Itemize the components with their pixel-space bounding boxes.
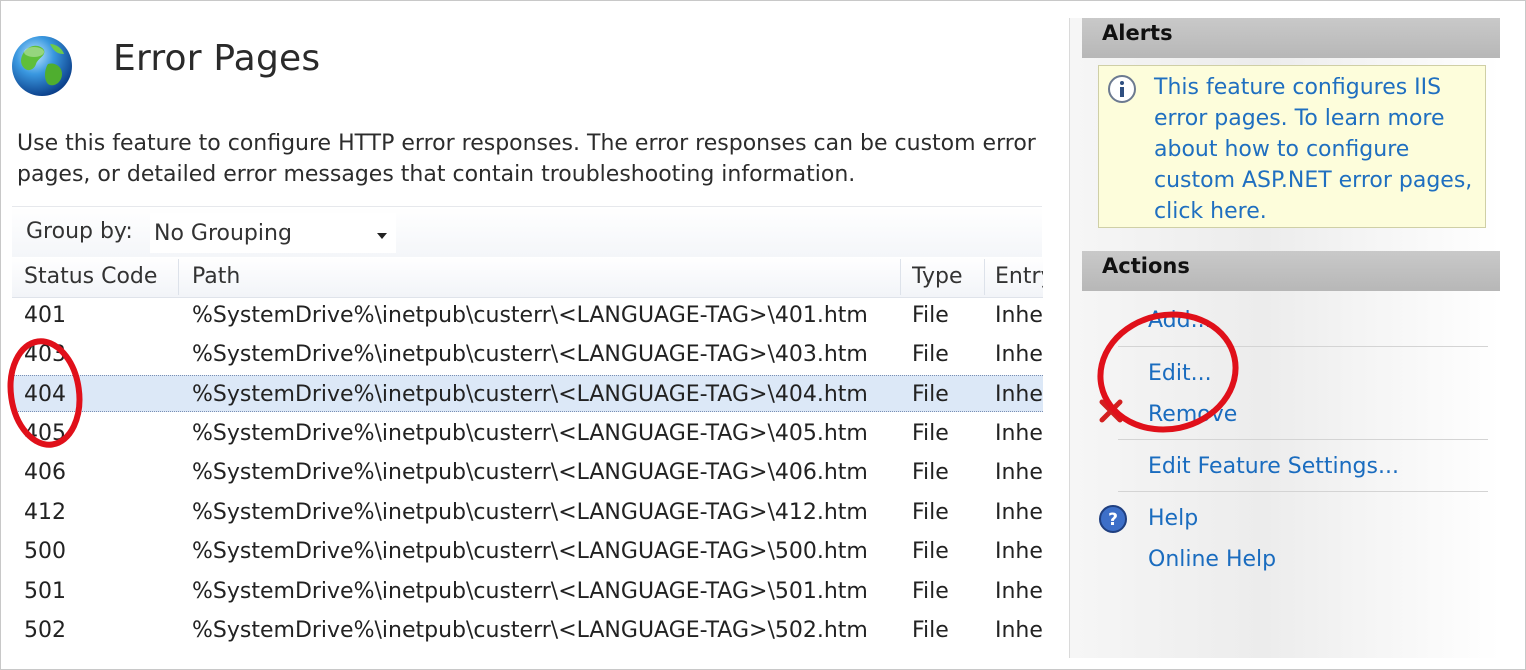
- error-pages-table: Status Code Path Type Entry 401 %SystemD…: [12, 257, 1043, 657]
- groupby-dropdown[interactable]: No Grouping: [150, 213, 396, 253]
- actions-pane: Alerts This feature configures IIS error…: [1069, 18, 1500, 658]
- cell-path: %SystemDrive%\inetpub\custerr\<LANGUAGE-…: [192, 579, 868, 604]
- table-row[interactable]: 500 %SystemDrive%\inetpub\custerr\<LANGU…: [12, 533, 1043, 570]
- cell-path: %SystemDrive%\inetpub\custerr\<LANGUAGE-…: [192, 342, 868, 367]
- cell-path: %SystemDrive%\inetpub\custerr\<LANGUAGE-…: [192, 618, 868, 643]
- column-divider[interactable]: [178, 259, 179, 295]
- table-row[interactable]: 501 %SystemDrive%\inetpub\custerr\<LANGU…: [12, 573, 1043, 610]
- alerts-header[interactable]: Alerts: [1082, 18, 1500, 58]
- groupby-toolbar: Group by: No Grouping: [12, 206, 1042, 257]
- column-header-status-code[interactable]: Status Code: [24, 257, 174, 297]
- cell-path: %SystemDrive%\inetpub\custerr\<LANGUAGE-…: [192, 460, 868, 485]
- cell-status-code: 501: [24, 579, 66, 604]
- help-icon: ?: [1099, 505, 1127, 533]
- column-divider[interactable]: [900, 259, 901, 295]
- cell-type: File: [912, 342, 949, 367]
- red-x-icon: [1099, 399, 1123, 423]
- info-icon: [1108, 75, 1136, 103]
- action-divider: [1118, 346, 1488, 347]
- column-divider[interactable]: [984, 259, 985, 295]
- cell-type: File: [912, 303, 949, 328]
- table-row[interactable]: 406 %SystemDrive%\inetpub\custerr\<LANGU…: [12, 454, 1043, 491]
- cell-entry: Inherited: [995, 303, 1043, 328]
- cell-path: %SystemDrive%\inetpub\custerr\<LANGUAGE-…: [192, 539, 868, 564]
- remove-action-link[interactable]: Remove: [1148, 402, 1237, 427]
- action-divider: [1118, 491, 1488, 492]
- cell-status-code: 406: [24, 460, 66, 485]
- groupby-label: Group by:: [26, 219, 133, 244]
- online-help-link[interactable]: Online Help: [1148, 547, 1276, 572]
- svg-text:?: ?: [1108, 510, 1118, 530]
- cell-status-code: 405: [24, 421, 66, 446]
- cell-type: File: [912, 618, 949, 643]
- page-description: Use this feature to configure HTTP error…: [17, 131, 1036, 187]
- groupby-value: No Grouping: [154, 221, 292, 246]
- cell-type: File: [912, 539, 949, 564]
- alert-box: This feature configures IIS error pages.…: [1098, 65, 1486, 228]
- table-row[interactable]: 403 %SystemDrive%\inetpub\custerr\<LANGU…: [12, 336, 1043, 373]
- cell-path: %SystemDrive%\inetpub\custerr\<LANGUAGE-…: [192, 421, 868, 446]
- cell-type: File: [912, 460, 949, 485]
- cell-status-code: 412: [24, 500, 66, 525]
- cell-entry: Inherited: [995, 421, 1043, 446]
- table-row[interactable]: 401 %SystemDrive%\inetpub\custerr\<LANGU…: [12, 297, 1043, 334]
- table-row[interactable]: 502 %SystemDrive%\inetpub\custerr\<LANGU…: [12, 612, 1043, 649]
- cell-entry: Inherited: [995, 500, 1043, 525]
- cell-type: File: [912, 500, 949, 525]
- cell-status-code: 502: [24, 618, 66, 643]
- cell-path: %SystemDrive%\inetpub\custerr\<LANGUAGE-…: [192, 303, 868, 328]
- alert-link[interactable]: This feature configures IIS error pages.…: [1154, 72, 1479, 227]
- cell-entry: Inherited: [995, 382, 1043, 407]
- cell-status-code: 404: [24, 382, 66, 407]
- cell-entry: Inherited: [995, 579, 1043, 604]
- cell-status-code: 401: [24, 303, 66, 328]
- cell-type: File: [912, 382, 949, 407]
- add-action-link[interactable]: Add...: [1148, 308, 1212, 333]
- column-header-entry[interactable]: Entry: [995, 257, 1043, 297]
- cell-path: %SystemDrive%\inetpub\custerr\<LANGUAGE-…: [192, 500, 868, 525]
- help-link[interactable]: Help: [1148, 506, 1198, 531]
- cell-entry: Inherited: [995, 539, 1043, 564]
- cell-path: %SystemDrive%\inetpub\custerr\<LANGUAGE-…: [192, 382, 868, 407]
- cell-entry: Inherited: [995, 460, 1043, 485]
- table-row[interactable]: 412 %SystemDrive%\inetpub\custerr\<LANGU…: [12, 494, 1043, 531]
- edit-feature-settings-link[interactable]: Edit Feature Settings...: [1148, 454, 1399, 479]
- table-row-selected[interactable]: 404 %SystemDrive%\inetpub\custerr\<LANGU…: [12, 375, 1043, 412]
- action-divider: [1118, 439, 1488, 440]
- page-title: Error Pages: [113, 38, 321, 79]
- cell-entry: Inherited: [995, 342, 1043, 367]
- cell-type: File: [912, 421, 949, 446]
- cell-entry: Inherited: [995, 618, 1043, 643]
- actions-header[interactable]: Actions: [1082, 251, 1500, 291]
- cell-status-code: 403: [24, 342, 66, 367]
- chevron-down-icon: [377, 233, 387, 239]
- table-row[interactable]: 405 %SystemDrive%\inetpub\custerr\<LANGU…: [12, 415, 1043, 452]
- edit-action-link[interactable]: Edit...: [1148, 361, 1212, 386]
- globe-icon: [12, 36, 72, 96]
- cell-type: File: [912, 579, 949, 604]
- column-header-type[interactable]: Type: [912, 257, 982, 297]
- column-header-path[interactable]: Path: [192, 257, 892, 297]
- table-header: Status Code Path Type Entry: [12, 257, 1043, 298]
- cell-status-code: 500: [24, 539, 66, 564]
